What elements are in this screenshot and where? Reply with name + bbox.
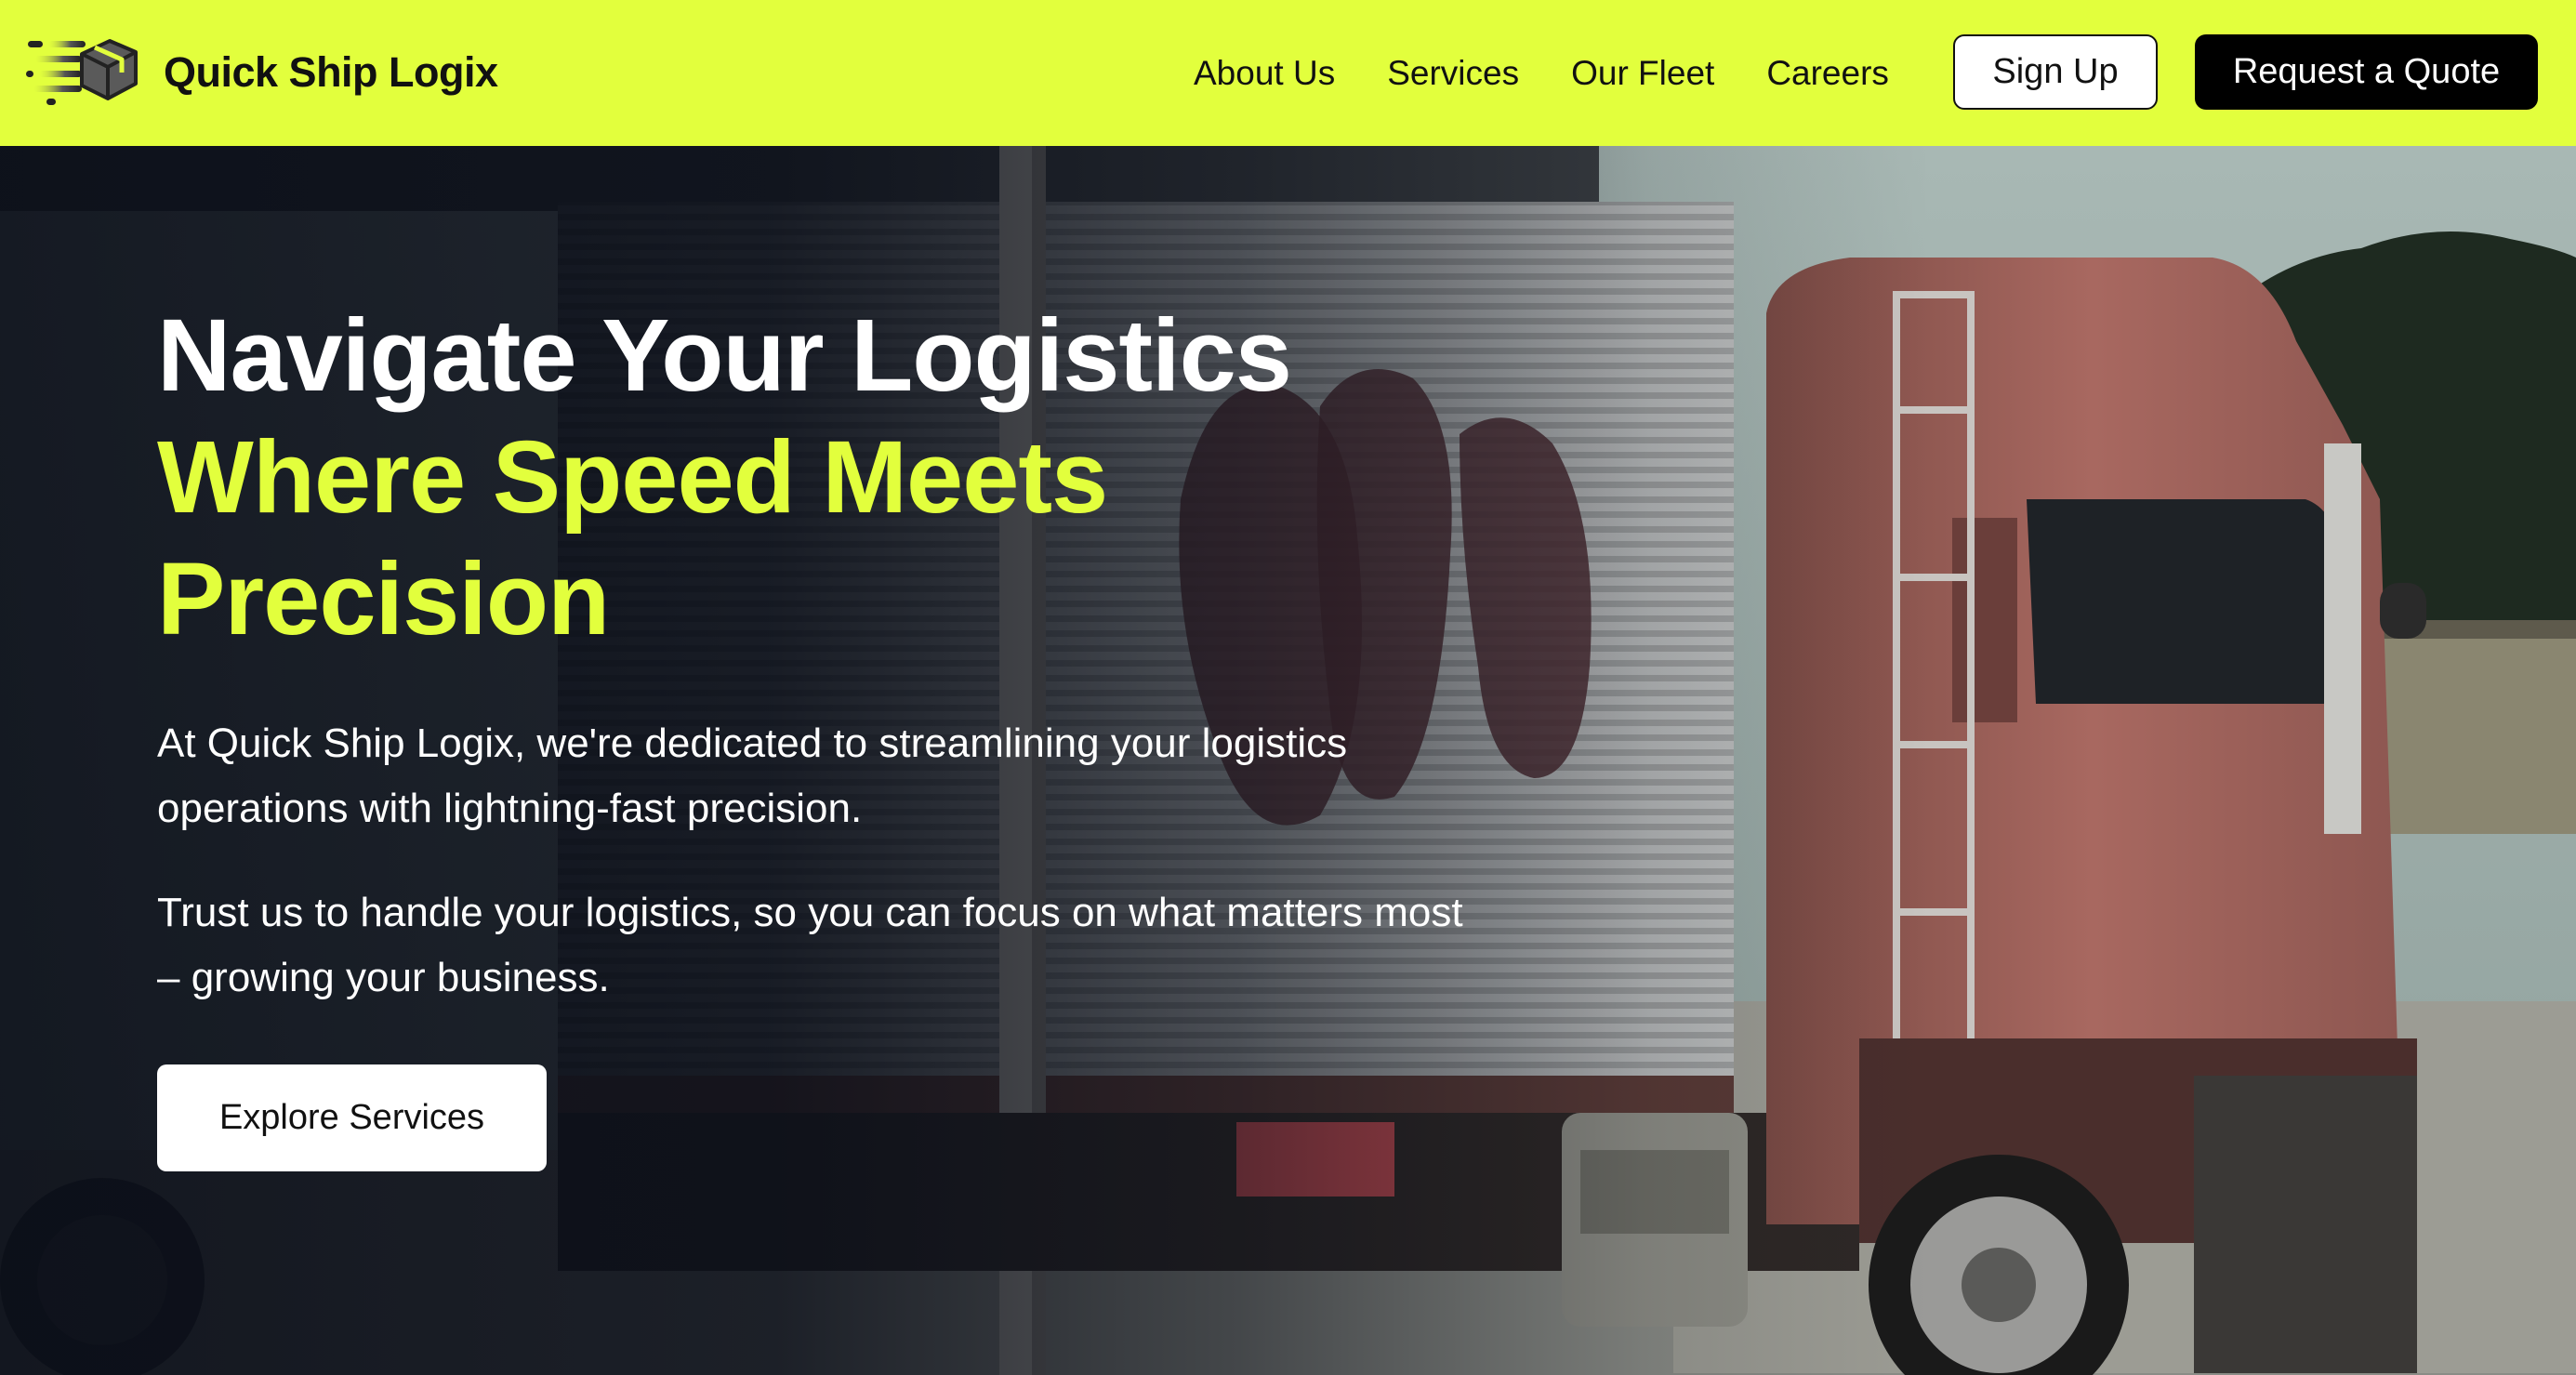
nav-link-about-us[interactable]: About Us <box>1194 54 1335 93</box>
headline-line-1: Navigate Your Logistics <box>157 298 1292 413</box>
brand-name: Quick Ship Logix <box>164 48 498 96</box>
main-nav: About Us Services Our Fleet Careers <box>1194 0 1889 146</box>
hero-paragraph-1: At Quick Ship Logix, we're dedicated to … <box>157 721 1348 831</box>
nav-link-services[interactable]: Services <box>1387 54 1519 93</box>
headline-line-2: Where Speed Meets <box>157 420 1108 535</box>
explore-services-button[interactable]: Explore Services <box>157 1064 547 1171</box>
sign-up-button[interactable]: Sign Up <box>1953 34 2158 110</box>
nav-link-careers[interactable]: Careers <box>1766 54 1889 93</box>
hero-headline: Navigate Your Logistics Where Speed Meet… <box>157 295 1496 660</box>
hero-paragraph-2: Trust us to handle your logistics, so yo… <box>157 890 1463 1000</box>
request-quote-button[interactable]: Request a Quote <box>2195 34 2538 110</box>
brand[interactable]: Quick Ship Logix <box>26 35 498 110</box>
hero-content: Navigate Your Logistics Where Speed Meet… <box>157 295 1496 1011</box>
nav-link-our-fleet[interactable]: Our Fleet <box>1571 54 1714 93</box>
speeding-box-icon <box>26 39 138 105</box>
headline-line-3: Precision <box>157 542 610 656</box>
hero-section: Navigate Your Logistics Where Speed Meet… <box>0 146 2576 1375</box>
site-header: Quick Ship Logix About Us Services Our F… <box>0 0 2576 146</box>
